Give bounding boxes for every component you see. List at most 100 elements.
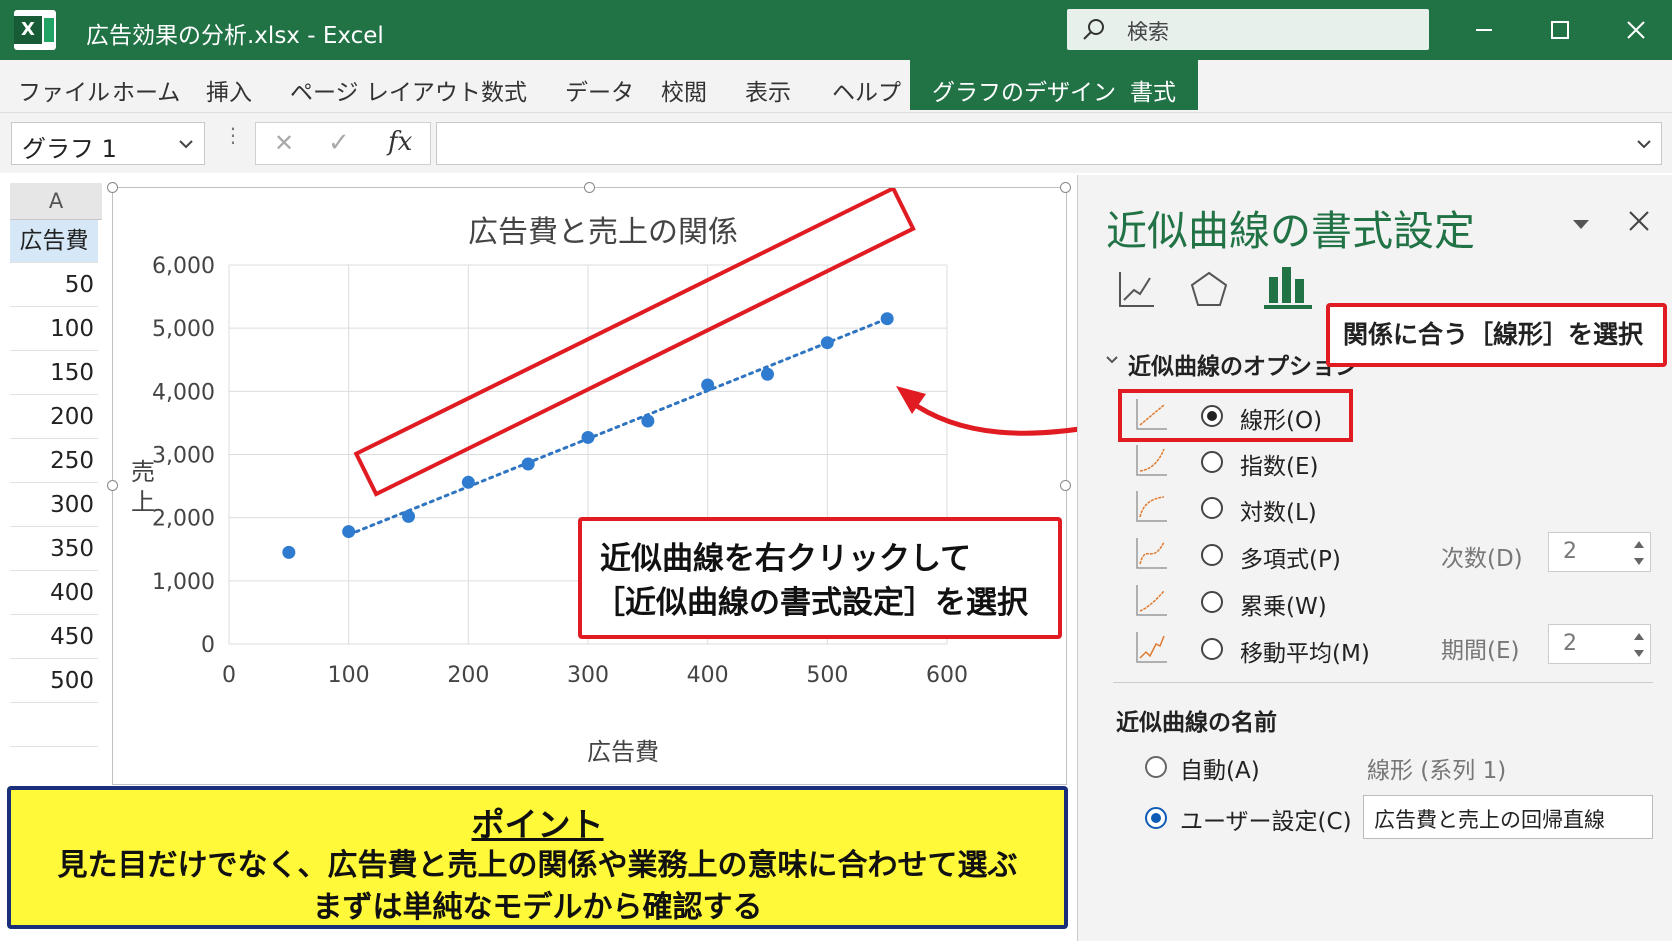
y-tick-label: 6,000 [152, 254, 215, 279]
enter-icon[interactable]: ✓ [328, 128, 350, 158]
data-point [461, 475, 475, 489]
tab-chart-design[interactable]: グラフのデザイン [932, 73, 1116, 107]
pane-title: 近似曲線の書式設定 [1106, 207, 1475, 255]
radio-logarithmic[interactable] [1201, 497, 1223, 519]
tab-review[interactable]: 校閲 [661, 73, 707, 107]
logarithmic-trend-icon [1136, 491, 1167, 522]
tab-data[interactable]: データ [565, 73, 634, 107]
option-moving-average-label[interactable]: 移動平均(M) [1240, 634, 1370, 668]
insert-function-icon[interactable]: fx [388, 127, 412, 157]
order-spinner[interactable]: 2 [1548, 532, 1651, 572]
cell[interactable]: 500 [10, 660, 98, 703]
cell[interactable] [10, 704, 98, 747]
cell[interactable]: 400 [10, 572, 98, 615]
search-icon [1083, 19, 1104, 40]
scatter-chart: 広告費と売上の関係 売上 広告費 0 100 200 300 400 500 60001,0… [131, 185, 968, 766]
tab-page-layout[interactable]: ページ レイアウト [290, 73, 481, 107]
chart-area[interactable]: 広告費と売上の関係 売上 広告費 0 100 200 300 400 500 600 0 1,0… [107, 182, 1071, 785]
tab-help[interactable]: ヘルプ [832, 73, 901, 107]
cell[interactable]: 250 [10, 440, 98, 483]
search-box[interactable]: 検索 [1067, 9, 1429, 50]
radio-name-auto[interactable] [1145, 756, 1167, 778]
data-point [641, 414, 655, 428]
cell[interactable]: 300 [10, 484, 98, 527]
chart-title[interactable]: 広告費と売上の関係 [468, 215, 738, 250]
tab-view[interactable]: 表示 [745, 73, 791, 107]
fill-line-tab-icon[interactable] [1116, 270, 1156, 310]
section-collapse-icon[interactable] [1105, 353, 1119, 367]
order-value: 2 [1563, 539, 1577, 564]
resize-handle[interactable] [584, 182, 595, 193]
chevron-down-icon[interactable] [177, 135, 195, 153]
radio-power[interactable] [1201, 591, 1223, 613]
linear-trend-icon [1136, 399, 1167, 430]
effects-tab-icon[interactable] [1188, 270, 1230, 310]
data-point [402, 509, 415, 523]
radio-moving-average[interactable] [1201, 638, 1223, 660]
resize-handle[interactable] [107, 182, 118, 193]
y-tick-label: 3,000 [152, 444, 215, 469]
tab-file[interactable]: ファイル [18, 73, 110, 107]
close-pane-icon[interactable] [1626, 208, 1652, 234]
period-label: 期間(E) [1441, 638, 1520, 664]
close-window-icon[interactable] [1616, 14, 1656, 46]
cell-a1[interactable]: 広告費 [10, 220, 98, 263]
radio-name-custom[interactable] [1145, 807, 1167, 829]
custom-name-input[interactable]: 広告費と売上の回帰直線 [1363, 795, 1653, 839]
period-spinner[interactable]: 2 [1548, 624, 1651, 664]
ribbon-tabs: ファイル ホーム 挿入 ページ レイアウト 数式 データ 校閲 表示 ヘルプ グ… [0, 60, 1672, 113]
pane-options-icon[interactable] [1571, 217, 1591, 231]
data-point [581, 430, 595, 444]
resize-handle[interactable] [107, 480, 118, 491]
cell[interactable]: 350 [10, 528, 98, 571]
name-auto-label[interactable]: 自動(A) [1180, 751, 1260, 785]
order-label: 次数(D) [1441, 546, 1523, 572]
maximize-icon[interactable] [1540, 14, 1580, 46]
trendline-options-header[interactable]: 近似曲線のオプション [1128, 347, 1358, 381]
option-linear-label[interactable]: 線形(O) [1240, 401, 1322, 435]
option-polynomial-label[interactable]: 多項式(P) [1240, 540, 1341, 574]
data-point [880, 312, 894, 326]
data-point [282, 545, 296, 559]
x-tick-label: 200 [447, 663, 489, 688]
column-header-a[interactable]: A [10, 183, 102, 220]
pane-callout-text: 関係に合う［線形］を選択 [1343, 320, 1644, 349]
cell[interactable]: 200 [10, 396, 98, 439]
x-axis-label[interactable]: 広告費 [587, 738, 659, 766]
resize-handle[interactable] [1060, 480, 1071, 491]
spinner-arrows-icon[interactable] [1633, 631, 1645, 659]
name-box[interactable]: グラフ 1 [11, 122, 205, 165]
radio-polynomial[interactable] [1201, 544, 1223, 566]
data-point [820, 336, 834, 350]
cell[interactable]: 100 [10, 308, 98, 351]
option-power-label[interactable]: 累乗(W) [1240, 587, 1327, 621]
cell[interactable]: 450 [10, 616, 98, 659]
cell[interactable]: 150 [10, 352, 98, 395]
spinner-arrows-icon[interactable] [1633, 539, 1645, 567]
resize-handle[interactable] [1060, 182, 1071, 193]
minimize-icon[interactable] [1464, 14, 1504, 46]
tab-formulas[interactable]: 数式 [481, 73, 527, 107]
tab-insert[interactable]: 挿入 [206, 73, 252, 107]
x-tick-label: 400 [687, 663, 729, 688]
option-exponential-label[interactable]: 指数(E) [1240, 447, 1318, 481]
formula-input[interactable] [436, 122, 1662, 165]
y-tick-label: 4,000 [152, 380, 215, 405]
radio-exponential[interactable] [1201, 451, 1223, 473]
cancel-icon[interactable]: ✕ [274, 129, 294, 157]
radio-linear[interactable] [1201, 405, 1223, 427]
trendline-name-header: 近似曲線の名前 [1116, 710, 1277, 736]
point-line1: 見た目だけでなく、広告費と売上の関係や業務上の意味に合わせて選ぶ [57, 848, 1018, 883]
more-options-icon[interactable]: ⋮ [223, 123, 243, 147]
pane-callout: 関係に合う［線形］を選択 [1326, 303, 1667, 367]
tab-format[interactable]: 書式 [1130, 73, 1176, 107]
trendline-options-tab-icon[interactable] [1261, 263, 1315, 311]
option-logarithmic-label[interactable]: 対数(L) [1240, 493, 1317, 527]
expand-formula-icon[interactable] [1635, 135, 1653, 153]
cell[interactable]: 50 [10, 264, 98, 307]
tab-home[interactable]: ホーム [112, 73, 180, 107]
name-custom-label[interactable]: ユーザー設定(C) [1180, 802, 1352, 836]
y-tick-label: 0 [201, 633, 215, 658]
divider [1113, 682, 1653, 683]
cell[interactable] [10, 748, 98, 791]
